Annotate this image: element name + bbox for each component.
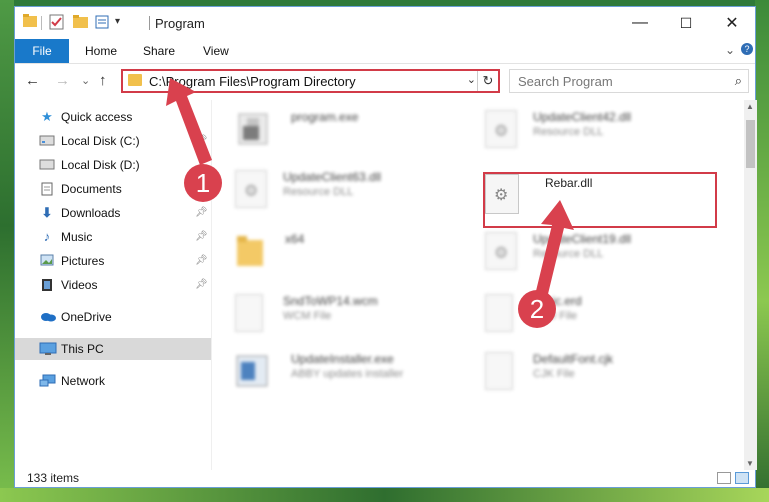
arrow-2-shape <box>536 200 574 294</box>
arrow-1 <box>166 78 212 165</box>
arrow-2 <box>536 200 574 294</box>
step-2-badge: 2 <box>518 290 556 328</box>
arrow-1-shape <box>166 78 212 165</box>
step-1-badge: 1 <box>184 164 222 202</box>
annotation-arrows <box>166 78 574 294</box>
